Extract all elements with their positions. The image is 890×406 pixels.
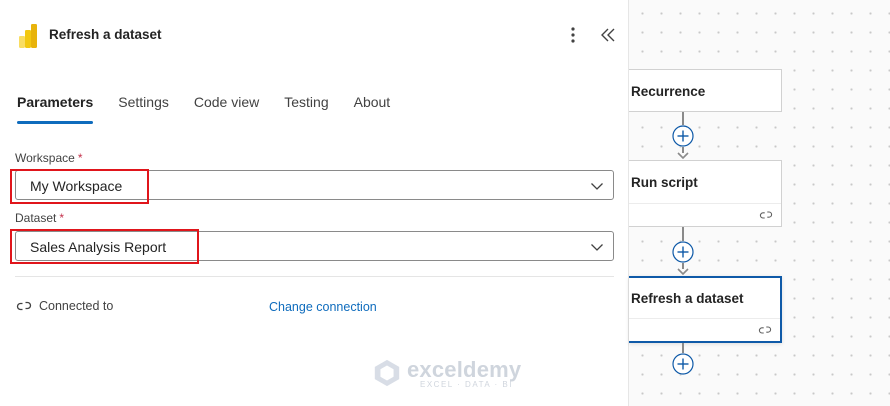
link-icon	[759, 211, 773, 219]
action-details-panel: Refresh a dataset Parameters Settings Co…	[0, 0, 629, 406]
card-footer-divider	[629, 318, 780, 319]
tab-testing[interactable]: Testing	[284, 90, 328, 124]
panel-header: Refresh a dataset	[0, 0, 629, 70]
watermark: exceldemy EXCEL · DATA · BI	[372, 356, 522, 392]
card-footer-divider	[629, 203, 781, 204]
chevron-down-icon	[591, 183, 603, 190]
flow-step-recurrence[interactable]: Recurrence	[629, 69, 782, 112]
connection-status: Connected to	[39, 299, 114, 313]
workspace-select[interactable]: My Workspace	[15, 170, 614, 200]
tab-bar: Parameters Settings Code view Testing Ab…	[17, 90, 415, 124]
double-chevron-left-icon[interactable]	[598, 25, 618, 45]
dataset-label-text: Dataset	[15, 211, 57, 225]
tab-about[interactable]: About	[354, 90, 391, 124]
workspace-label-text: Workspace	[15, 151, 75, 165]
more-vertical-icon[interactable]	[563, 25, 583, 45]
connector-line	[682, 343, 684, 353]
connector-line	[682, 112, 684, 125]
tab-settings[interactable]: Settings	[118, 90, 169, 124]
connector-line	[682, 227, 684, 241]
chevron-down-icon	[591, 244, 603, 251]
link-icon	[16, 301, 32, 311]
exceldemy-logo-icon	[374, 359, 400, 387]
flow-step-refresh-dataset[interactable]: Refresh a dataset	[629, 276, 782, 343]
flow-step-title: Refresh a dataset	[631, 291, 744, 306]
workspace-select-value: My Workspace	[30, 178, 123, 194]
required-mark: *	[77, 151, 83, 165]
watermark-tagline: EXCEL · DATA · BI	[420, 380, 513, 389]
workspace-label: Workspace *	[15, 151, 82, 165]
add-circle-icon[interactable]	[672, 353, 694, 375]
power-bi-logo-icon	[19, 24, 37, 48]
change-connection-link[interactable]: Change connection	[269, 300, 377, 314]
flow-canvas: Recurrence Run script Refresh a dataset	[629, 0, 890, 406]
dataset-label: Dataset *	[15, 211, 64, 225]
flow-step-title: Recurrence	[631, 84, 706, 99]
arrow-down-icon	[677, 268, 689, 276]
add-circle-icon[interactable]	[672, 241, 694, 263]
required-mark: *	[59, 211, 65, 225]
link-icon	[758, 326, 772, 334]
dataset-select-value: Sales Analysis Report	[30, 239, 167, 255]
panel-title: Refresh a dataset	[49, 27, 162, 42]
tab-code-view[interactable]: Code view	[194, 90, 259, 124]
tab-parameters[interactable]: Parameters	[17, 90, 94, 124]
add-circle-icon[interactable]	[672, 125, 694, 147]
flow-step-run-script[interactable]: Run script	[629, 160, 782, 227]
arrow-down-icon	[677, 152, 689, 160]
section-divider	[15, 276, 614, 277]
dataset-select[interactable]: Sales Analysis Report	[15, 231, 614, 261]
flow-step-title: Run script	[631, 175, 698, 190]
